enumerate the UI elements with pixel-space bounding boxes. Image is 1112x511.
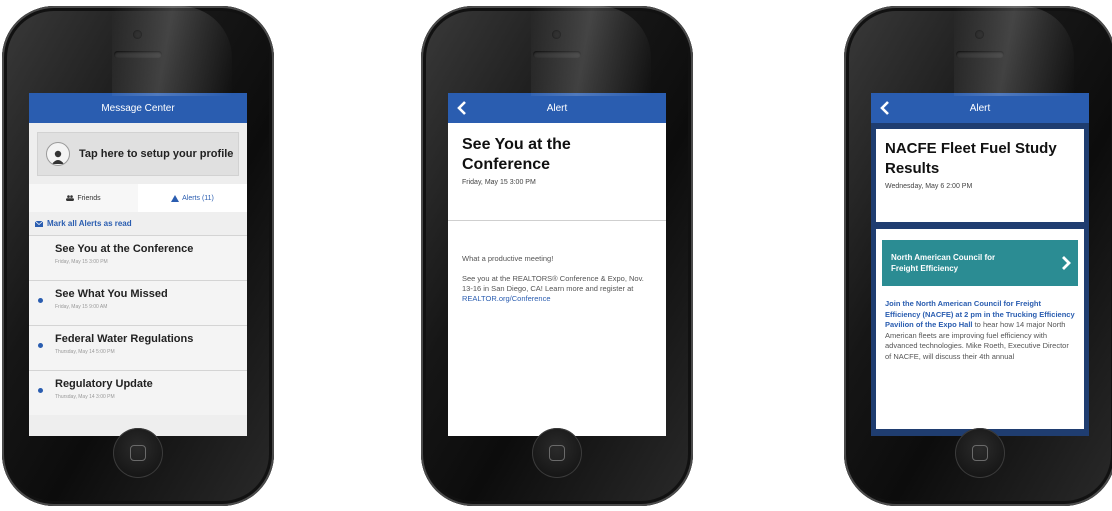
phone-alert-conference: Alert See You at the Conference Friday, … [421, 6, 693, 506]
message-title: Regulatory Update [55, 378, 153, 390]
alert-paragraph: What a productive meeting! [462, 254, 554, 263]
phone-screen: Alert NACFE Fleet Fuel Study Results Wed… [871, 93, 1089, 436]
envelope-icon [35, 220, 43, 227]
earpiece-speaker [114, 51, 162, 58]
tab-alerts-label: Alerts (11) [182, 194, 214, 202]
tab-bar: Friends Alerts (11) [29, 184, 247, 212]
nav-bar: Alert [871, 93, 1089, 123]
earpiece-speaker [533, 51, 581, 58]
phone-message-center: Message Center Tap here to setup your pr… [2, 6, 274, 506]
message-title: See You at the Conference [55, 243, 194, 255]
alert-header: See You at the Conference Friday, May 15… [448, 123, 666, 221]
phone-alert-nacfe: Alert NACFE Fleet Fuel Study Results Wed… [844, 6, 1112, 506]
unread-dot-icon [38, 388, 43, 393]
home-button[interactable] [955, 428, 1005, 478]
message-title: See What You Missed [55, 288, 168, 300]
message-title: Federal Water Regulations [55, 333, 194, 345]
front-camera [975, 30, 984, 39]
nav-bar: Message Center [29, 93, 247, 123]
alert-paragraph: See you at the REALTORS® Conference & Ex… [462, 274, 652, 304]
alert-body: What a productive meeting! See you at th… [448, 221, 666, 304]
tab-alerts[interactable]: Alerts (11) [138, 184, 247, 212]
message-timestamp: Friday, May 15 3:00 PM [55, 259, 108, 265]
unread-dot-icon [38, 343, 43, 348]
message-timestamp: Thursday, May 14 5:00 PM [55, 349, 115, 355]
chevron-left-icon[interactable] [879, 100, 893, 116]
home-button[interactable] [113, 428, 163, 478]
alert-timestamp: Wednesday, May 6 2:00 PM [885, 183, 973, 190]
alert-header-card: NACFE Fleet Fuel Study Results Wednesday… [876, 129, 1084, 222]
message-timestamp: Friday, May 15 9:00 AM [55, 304, 108, 310]
alert-content-card: North American Council for Freight Effic… [876, 229, 1084, 429]
alert-timestamp: Friday, May 15 3:00 PM [462, 179, 536, 186]
profile-prompt: Tap here to setup your profile [79, 148, 234, 160]
friends-icon [66, 195, 75, 201]
message-list: See You at the Conference Friday, May 15 … [29, 235, 247, 415]
nacfe-banner[interactable]: North American Council for Freight Effic… [882, 240, 1078, 286]
mark-all-read-label: Mark all Alerts as read [47, 219, 132, 228]
chevron-right-icon [1062, 256, 1071, 270]
alert-text: See you at the REALTORS® Conference & Ex… [462, 274, 644, 293]
message-item[interactable]: See You at the Conference Friday, May 15 … [29, 235, 247, 280]
alert-title: See You at the Conference [462, 136, 571, 173]
alert-title: NACFE Fleet Fuel Study Results [885, 140, 1057, 177]
message-item[interactable]: Regulatory Update Thursday, May 14 3:00 P… [29, 370, 247, 415]
mark-all-read-link[interactable]: Mark all Alerts as read [29, 212, 247, 235]
conference-link[interactable]: REALTOR.org/Conference [462, 294, 551, 303]
nav-title: Alert [546, 102, 568, 114]
front-camera [133, 30, 142, 39]
front-camera [552, 30, 561, 39]
phone-screen: Alert See You at the Conference Friday, … [448, 93, 666, 436]
profile-setup-card[interactable]: Tap here to setup your profile [37, 132, 239, 176]
message-item[interactable]: See What You Missed Friday, May 15 9:00 A… [29, 280, 247, 325]
message-item[interactable]: Federal Water Regulations Thursday, May 1… [29, 325, 247, 370]
message-timestamp: Thursday, May 14 3:00 PM [55, 394, 115, 400]
alert-body: Join the North American Council for Frei… [882, 299, 1078, 362]
nav-bar: Alert [448, 93, 666, 123]
earpiece-speaker [956, 51, 1004, 58]
home-button[interactable] [532, 428, 582, 478]
tab-friends[interactable]: Friends [29, 184, 138, 212]
warning-icon [171, 194, 180, 202]
user-icon [46, 142, 70, 166]
banner-label: North American Council for Freight Effic… [891, 253, 996, 273]
phone-screen: Message Center Tap here to setup your pr… [29, 93, 247, 436]
unread-dot-icon [38, 298, 43, 303]
tab-friends-label: Friends [77, 194, 101, 202]
nav-title: Alert [969, 102, 991, 114]
nav-title: Message Center [101, 102, 175, 114]
chevron-left-icon[interactable] [456, 100, 470, 116]
